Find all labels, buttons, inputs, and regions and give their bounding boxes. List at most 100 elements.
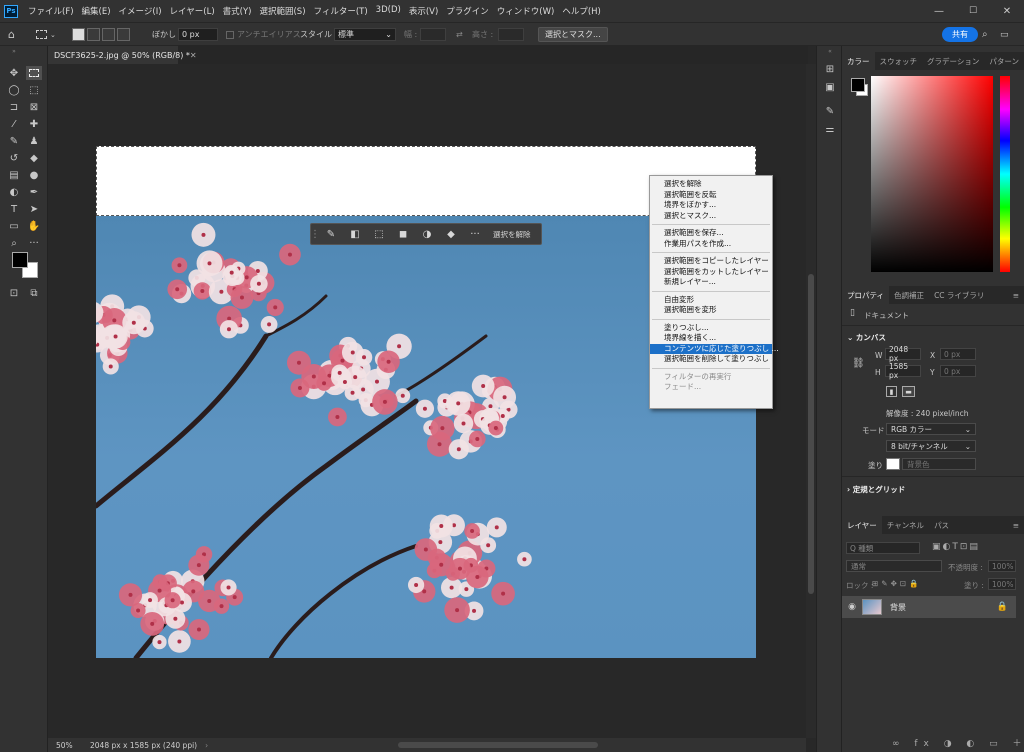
antialias-checkbox[interactable]: [226, 30, 234, 39]
context-menu-item[interactable]: 選択範囲を削除して塗りつぶし: [650, 354, 772, 365]
context-menu-item[interactable]: コンテンツに応じた塗りつぶし ...: [650, 343, 779, 354]
shape-tool-icon[interactable]: ▭: [6, 219, 22, 233]
layer-filter-icons[interactable]: ▣◐T⊡▤: [932, 542, 980, 552]
drag-handle-icon[interactable]: ⋮: [310, 224, 320, 244]
more-tools-icon[interactable]: ···: [26, 236, 42, 250]
swap-icon[interactable]: ⇄: [456, 27, 463, 42]
menu-item[interactable]: ウィンドウ(W): [493, 5, 559, 17]
portrait-orientation-icon[interactable]: ▮: [886, 386, 897, 397]
canvas-x-input[interactable]: 0 px: [940, 348, 976, 360]
select-and-mask-button[interactable]: 選択とマスク...: [538, 27, 608, 42]
color-panel-tab[interactable]: スウォッチ: [875, 52, 923, 70]
zoom-level[interactable]: 50%: [48, 741, 86, 750]
hand-tool-icon[interactable]: ✋: [26, 219, 42, 233]
color-panel-tab[interactable]: パターン: [984, 52, 1024, 70]
context-menu-item[interactable]: 選択範囲を反転: [650, 190, 772, 201]
context-menu-item[interactable]: 選択を解除: [650, 179, 772, 190]
zoom-tool-icon[interactable]: ⌕: [6, 236, 22, 250]
properties-panel-tab[interactable]: 色調補正: [889, 286, 929, 304]
invert-selection-icon[interactable]: ◧: [343, 224, 367, 244]
eye-icon[interactable]: ◉: [842, 602, 862, 612]
search-icon[interactable]: ⌕: [982, 27, 988, 42]
menu-item[interactable]: 3D(D): [372, 5, 405, 17]
context-menu-item[interactable]: 選択範囲を変形: [650, 305, 772, 316]
close-window-button[interactable]: ✕: [990, 0, 1024, 22]
link-icon[interactable]: ⛓: [852, 358, 865, 369]
context-menu-item[interactable]: 境界線を描く...: [650, 333, 772, 344]
vertical-scrollbar[interactable]: [806, 64, 816, 738]
chevron-right-icon[interactable]: ›: [205, 741, 208, 750]
layer-fill-input[interactable]: 100%: [988, 578, 1016, 590]
minimize-button[interactable]: —: [922, 0, 956, 22]
menu-item[interactable]: 表示(V): [405, 5, 442, 17]
adjustments-panel-icon[interactable]: ⚌: [822, 122, 838, 136]
quick-mask-icon[interactable]: ⊡: [6, 286, 22, 300]
style-select[interactable]: 標準 ⌄: [334, 28, 396, 41]
blur-tool-icon[interactable]: ●: [26, 168, 42, 182]
context-menu-item[interactable]: 自由変形: [650, 295, 772, 306]
layer-filter-search[interactable]: Q 種類: [846, 542, 920, 554]
transform-selection-icon[interactable]: ⬚: [367, 224, 391, 244]
layer-row-background[interactable]: ◉ 背景 🔒: [842, 596, 1016, 618]
maximize-button[interactable]: ☐: [956, 0, 990, 22]
mask-icon[interactable]: ◼: [391, 224, 415, 244]
layers-panel-tab[interactable]: レイヤー: [842, 516, 882, 534]
pen-tool-icon[interactable]: ✒: [26, 185, 42, 199]
menu-item[interactable]: ヘルプ(H): [558, 5, 605, 17]
share-button[interactable]: 共有: [942, 27, 978, 42]
landscape-orientation-icon[interactable]: ▬: [902, 386, 915, 397]
context-menu-item[interactable]: 作業用パスを作成...: [650, 239, 772, 250]
quick-select-tool-icon[interactable]: ⬚: [26, 83, 42, 97]
horizontal-scrollbar[interactable]: [398, 742, 599, 748]
context-menu-item[interactable]: 選択とマスク...: [650, 211, 772, 222]
width-input[interactable]: [420, 28, 446, 41]
path-select-tool-icon[interactable]: ➤: [26, 202, 42, 216]
bit-depth-select[interactable]: 8 bit/チャンネル ⌄: [886, 440, 976, 452]
hue-slider[interactable]: [1000, 76, 1010, 272]
color-field[interactable]: [871, 76, 993, 272]
properties-panel-tab[interactable]: プロパティ: [842, 286, 890, 304]
menu-item[interactable]: 書式(Y): [219, 5, 256, 17]
blend-mode-select[interactable]: 通常: [846, 560, 942, 572]
collapse-icon[interactable]: «: [822, 48, 838, 55]
fill-select[interactable]: 背景色: [902, 458, 976, 470]
panel-menu-icon[interactable]: ≡: [1008, 286, 1024, 304]
fill-color-swatch[interactable]: [886, 458, 900, 470]
feather-input[interactable]: 0 px: [178, 28, 218, 41]
panel-menu-icon[interactable]: ≡: [1008, 516, 1024, 534]
context-menu-item[interactable]: 塗りつぶし...: [650, 323, 772, 334]
menu-item[interactable]: プラグイン: [442, 5, 493, 17]
menu-item[interactable]: 選択範囲(S): [255, 5, 309, 17]
color-panel-tab[interactable]: グラデーション: [922, 52, 984, 70]
marquee-tool-icon[interactable]: [26, 66, 42, 80]
canvas-height-input[interactable]: 1585 px: [885, 362, 921, 380]
document-tab[interactable]: DSCF3625-2.jpg @ 50% (RGB/8) * ✕: [48, 46, 197, 64]
canvas-y-input[interactable]: 0 px: [940, 365, 976, 377]
height-input[interactable]: [498, 28, 524, 41]
history-panel-icon[interactable]: ⊞: [822, 62, 838, 76]
home-icon[interactable]: ⌂: [8, 27, 15, 42]
scrollbar-thumb[interactable]: [808, 274, 814, 594]
subtract-selection-icon[interactable]: [102, 28, 115, 41]
context-menu-item[interactable]: 選択範囲をカットしたレイヤー: [650, 267, 772, 278]
context-menu-item[interactable]: 新規レイヤー...: [650, 277, 772, 288]
menu-item[interactable]: イメージ(I): [115, 5, 166, 17]
collapse-icon[interactable]: »: [6, 48, 22, 55]
context-menu-item[interactable]: 選択範囲をコピーしたレイヤー: [650, 256, 772, 267]
opacity-input[interactable]: 100%: [988, 560, 1016, 572]
brush-panel-icon[interactable]: ✎: [822, 104, 838, 118]
close-icon[interactable]: ✕: [190, 51, 197, 60]
lock-icons[interactable]: ⊞✎✥⊡🔒: [872, 579, 921, 588]
layers-panel-tab[interactable]: パス: [929, 516, 954, 534]
foreground-color-swatch[interactable]: [12, 252, 28, 268]
add-selection-icon[interactable]: [87, 28, 100, 41]
libraries-panel-icon[interactable]: ▣: [822, 80, 838, 94]
lasso-tool-icon[interactable]: ◯: [6, 83, 22, 97]
healing-brush-tool-icon[interactable]: ✚: [26, 117, 42, 131]
canvas-width-input[interactable]: 2048 px: [885, 345, 921, 363]
more-options-icon[interactable]: ···: [463, 224, 487, 244]
color-panel-tab[interactable]: カラー: [842, 52, 875, 70]
layers-panel-tab[interactable]: チャンネル: [882, 516, 929, 534]
fill-icon[interactable]: ◆: [439, 224, 463, 244]
workspace-icon[interactable]: ▭: [1000, 27, 1009, 42]
